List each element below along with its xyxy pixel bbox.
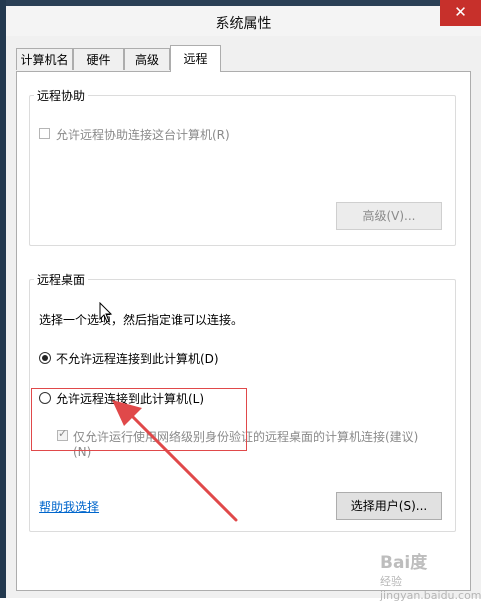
mouse-cursor-icon	[99, 302, 113, 323]
baidu-watermark: Bai度 经验 jingyan.baidu.com	[380, 548, 481, 602]
watermark-line1: 经验	[380, 575, 402, 588]
watermark-line2: jingyan.baidu.com	[380, 589, 481, 602]
tab-remote[interactable]: 远程	[170, 45, 221, 72]
annotation-arrow-icon	[112, 400, 238, 522]
baidu-logo: Bai度	[380, 553, 428, 573]
